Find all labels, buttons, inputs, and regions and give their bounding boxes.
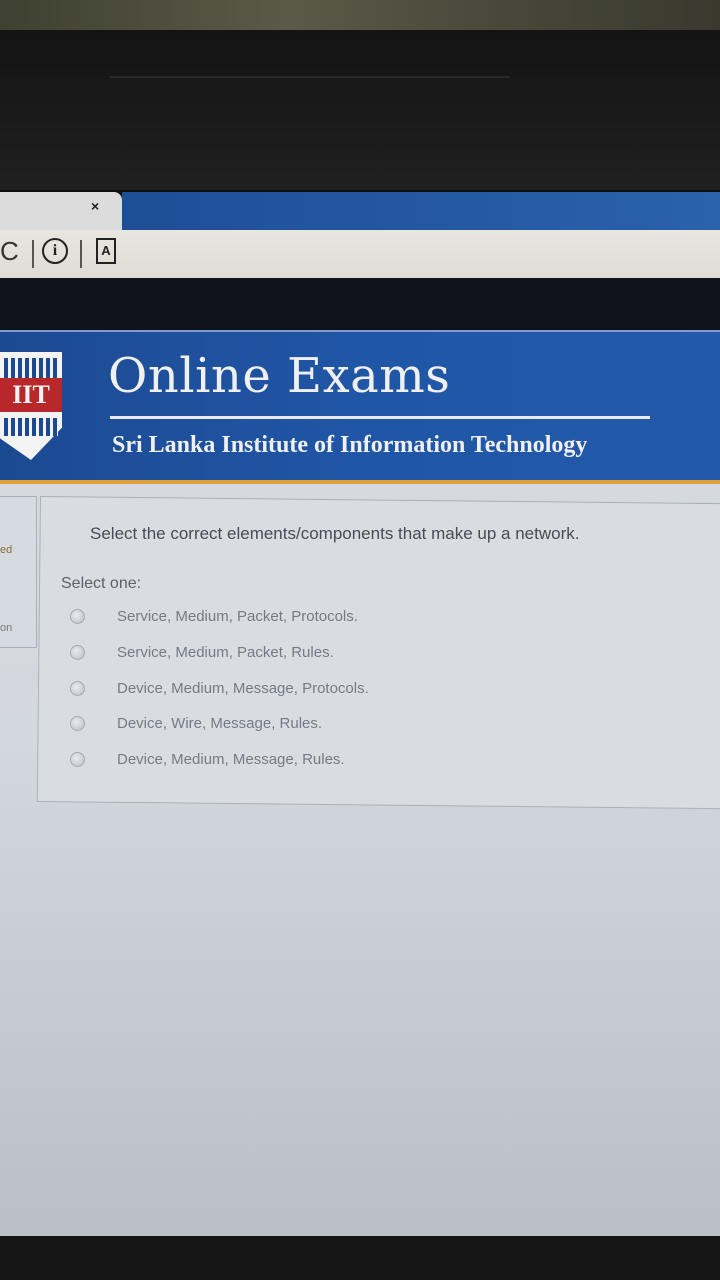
answer-option[interactable]: Service, Medium, Packet, Protocols. bbox=[70, 608, 358, 625]
radio-button[interactable] bbox=[70, 645, 85, 660]
option-label[interactable]: Device, Medium, Message, Rules. bbox=[117, 751, 345, 768]
tab-strip bbox=[122, 192, 720, 230]
banner-divider bbox=[110, 416, 650, 419]
option-label[interactable]: Device, Wire, Message, Rules. bbox=[117, 715, 322, 732]
info-panel-text: on bbox=[0, 622, 13, 634]
option-label[interactable]: Service, Medium, Packet, Protocols. bbox=[117, 608, 358, 625]
toolbar-divider bbox=[80, 240, 82, 268]
page-title: Online Exams bbox=[108, 348, 451, 404]
info-panel-text: ed bbox=[0, 544, 13, 556]
radio-button[interactable] bbox=[70, 752, 85, 767]
close-icon[interactable]: × bbox=[91, 198, 99, 214]
answer-option[interactable]: Device, Medium, Message, Rules. bbox=[70, 751, 345, 768]
reload-icon[interactable]: C bbox=[0, 236, 19, 267]
logo-pattern bbox=[4, 358, 58, 378]
logo-pattern bbox=[4, 418, 58, 436]
page-top-band bbox=[0, 278, 720, 330]
logo-text: IIT bbox=[0, 378, 62, 412]
answer-option[interactable]: Service, Medium, Packet, Rules. bbox=[70, 644, 334, 661]
document-icon[interactable]: A bbox=[96, 238, 116, 264]
monitor-bottom-bezel bbox=[0, 1236, 720, 1280]
bezel-line bbox=[110, 76, 510, 78]
background-wall bbox=[0, 0, 720, 30]
radio-button[interactable] bbox=[70, 609, 85, 624]
radio-button[interactable] bbox=[70, 716, 85, 731]
select-one-prompt: Select one: bbox=[61, 575, 142, 592]
toolbar-divider bbox=[32, 240, 34, 268]
answer-option[interactable]: Device, Wire, Message, Rules. bbox=[70, 715, 322, 732]
info-icon[interactable]: i bbox=[42, 238, 68, 264]
answer-option[interactable]: Device, Medium, Message, Protocols. bbox=[70, 680, 369, 697]
institution-name: Sri Lanka Institute of Information Techn… bbox=[112, 432, 588, 458]
browser-tab[interactable] bbox=[0, 192, 122, 230]
option-label[interactable]: Service, Medium, Packet, Rules. bbox=[117, 644, 334, 661]
monitor-bezel bbox=[0, 30, 720, 190]
option-label[interactable]: Device, Medium, Message, Protocols. bbox=[117, 680, 369, 697]
banner-accent-line bbox=[0, 480, 720, 484]
radio-button[interactable] bbox=[70, 681, 85, 696]
question-text: Select the correct elements/components t… bbox=[90, 524, 580, 543]
